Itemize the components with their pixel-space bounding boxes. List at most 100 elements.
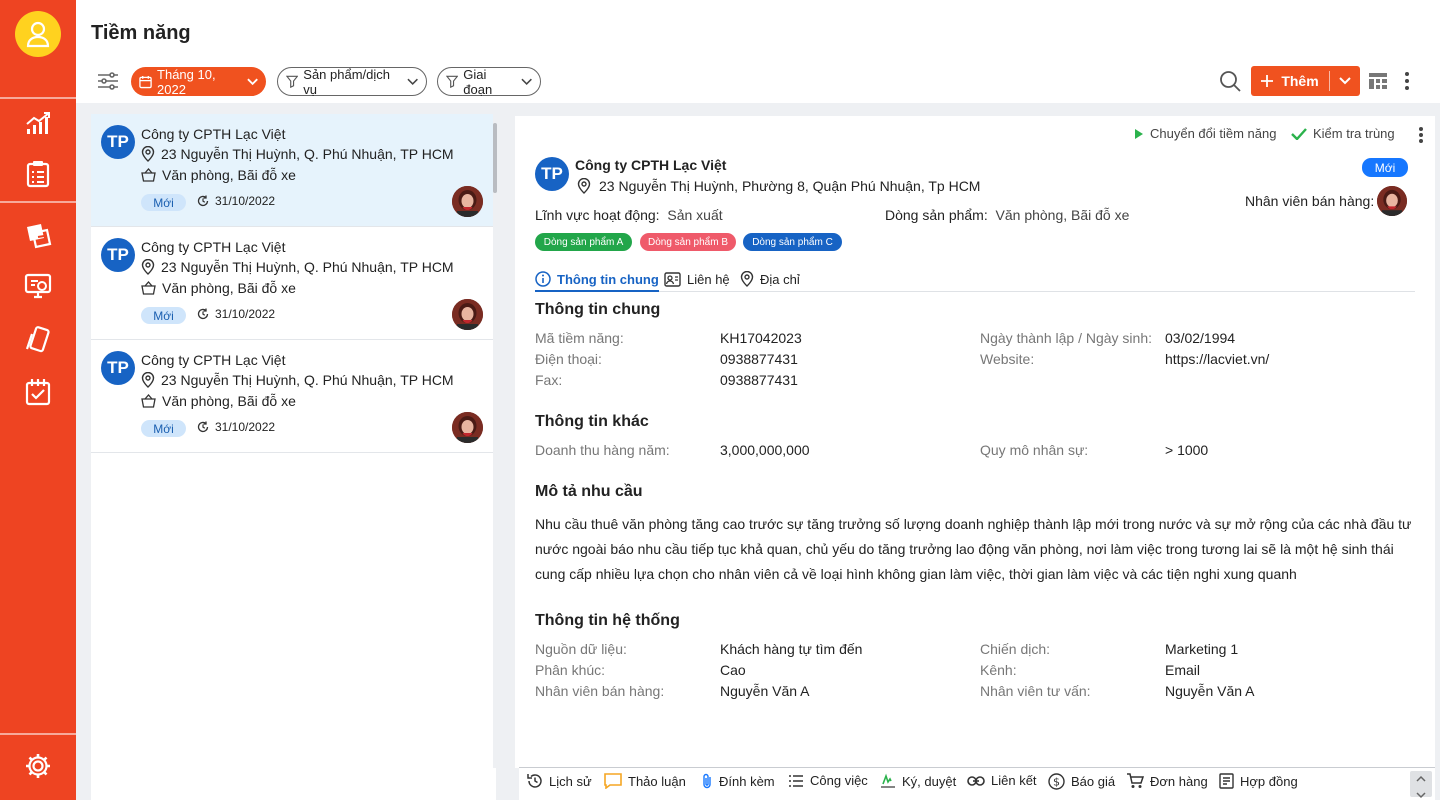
business-field-value: Sản xuất xyxy=(667,207,723,223)
search-icon[interactable] xyxy=(1219,70,1241,92)
lead-card[interactable]: TP Công ty CPTH Lạc Việt 23 Nguyễn Thị H… xyxy=(91,340,493,453)
check-duplicate-button[interactable]: Kiểm tra trùng xyxy=(1291,126,1395,141)
orders-button[interactable]: Đơn hàng xyxy=(1126,773,1208,789)
convert-lead-button[interactable]: Chuyển đổi tiềm năng xyxy=(1135,126,1276,141)
product-tag[interactable]: Dòng sản phẩm C xyxy=(743,233,842,251)
basket-icon xyxy=(141,394,156,408)
clipboard-icon xyxy=(26,161,50,188)
phone-label: Điện thoại: xyxy=(535,351,602,367)
contracts-button[interactable]: Hợp đồng xyxy=(1219,773,1298,789)
links-label: Liên kết xyxy=(991,773,1037,788)
attachment-label: Đính kèm xyxy=(719,773,775,789)
lead-products-text: Văn phòng, Bãi đỗ xe xyxy=(162,393,296,409)
discussion-label: Thảo luận xyxy=(628,773,686,789)
layout-icon[interactable] xyxy=(1369,73,1387,89)
stage-filter[interactable]: Giai đoạn xyxy=(437,67,541,97)
add-button-main[interactable]: Thêm xyxy=(1251,66,1329,96)
product-filter[interactable]: Sản phẩm/dịch vụ xyxy=(277,67,427,97)
contact-card-icon xyxy=(664,271,681,287)
list-scroll-track xyxy=(493,114,496,768)
detail-company-name: Công ty CPTH Lạc Việt xyxy=(575,157,727,173)
map-pin-icon xyxy=(740,271,754,287)
tasks-button[interactable]: Công việc xyxy=(788,773,868,788)
more-vertical-icon[interactable] xyxy=(1402,71,1412,91)
tab-address[interactable]: Địa chỉ xyxy=(740,268,800,290)
document-icon xyxy=(1219,773,1234,789)
lead-products-text: Văn phòng, Bãi đỗ xe xyxy=(162,167,296,183)
sliders-icon[interactable] xyxy=(97,71,119,91)
user-icon xyxy=(26,21,50,48)
funnel-icon xyxy=(446,75,459,88)
check-duplicate-label: Kiểm tra trùng xyxy=(1313,126,1395,141)
chevron-down-icon xyxy=(247,78,258,85)
tab-contacts[interactable]: Liên hệ xyxy=(664,268,730,290)
founded-label: Ngày thành lập / Ngày sinh: xyxy=(980,330,1152,346)
calendar-icon xyxy=(139,75,152,88)
play-icon xyxy=(1135,128,1143,139)
list-scrollbar[interactable] xyxy=(493,123,497,193)
history-icon xyxy=(527,774,542,788)
map-pin-icon xyxy=(141,146,155,162)
history-button[interactable]: Lịch sử xyxy=(527,773,592,789)
add-button[interactable]: Thêm xyxy=(1251,66,1360,96)
data-source-value: Khách hàng tự tìm đến xyxy=(720,641,863,657)
user-logo[interactable] xyxy=(15,11,61,57)
tab-contacts-label: Liên hệ xyxy=(687,271,730,287)
approval-label: Ký, duyệt xyxy=(902,773,957,789)
business-field: Lĩnh vực hoạt động: Sản xuất xyxy=(535,207,723,223)
date-filter-label: Tháng 10, 2022 xyxy=(157,66,216,97)
nav-campaigns[interactable] xyxy=(22,219,54,251)
toolbar-scroller[interactable] xyxy=(1410,771,1432,799)
lead-address-text: 23 Nguyễn Thị Huỳnh, Q. Phú Nhuận, TP HC… xyxy=(161,259,454,275)
status-badge: Mới xyxy=(1362,158,1408,177)
approval-button[interactable]: Ký, duyệt xyxy=(880,773,956,789)
nav-cards[interactable] xyxy=(22,324,54,356)
list-icon xyxy=(789,774,803,787)
attachment-button[interactable]: Đính kèm xyxy=(701,773,775,789)
company-avatar: TP xyxy=(535,157,569,191)
lead-date: 31/10/2022 xyxy=(197,194,275,208)
basket-icon xyxy=(141,168,156,182)
chart-icon xyxy=(26,112,50,134)
lead-date: 31/10/2022 xyxy=(197,420,275,434)
tab-general-label: Thông tin chung xyxy=(557,271,659,287)
company-avatar: TP xyxy=(101,238,135,272)
chevron-down-icon xyxy=(521,78,532,85)
product-tag[interactable]: Dòng sản phẩm B xyxy=(640,233,736,251)
lead-card[interactable]: TP Công ty CPTH Lạc Việt 23 Nguyễn Thị H… xyxy=(91,227,493,340)
lead-date-text: 31/10/2022 xyxy=(215,307,276,321)
channel-label: Kênh: xyxy=(980,662,1017,678)
monitor-icon xyxy=(24,273,52,299)
nav-tasks[interactable] xyxy=(22,158,54,190)
map-pin-icon xyxy=(141,259,155,275)
svg-text:$: $ xyxy=(1053,776,1060,789)
company-avatar: TP xyxy=(101,125,135,159)
tab-general[interactable]: Thông tin chung xyxy=(535,268,659,292)
chevron-down-icon xyxy=(407,78,418,85)
nav-monitor[interactable] xyxy=(22,270,54,302)
orders-label: Đơn hàng xyxy=(1150,773,1208,789)
discussion-button[interactable]: Thảo luận xyxy=(604,773,686,789)
founded-value: 03/02/1994 xyxy=(1165,330,1236,346)
lead-card[interactable]: TP Công ty CPTH Lạc Việt 23 Nguyễn Thị H… xyxy=(91,114,493,227)
map-pin-icon xyxy=(577,178,591,194)
add-button-dropdown[interactable] xyxy=(1330,66,1360,96)
more-vertical-icon[interactable] xyxy=(1417,126,1425,144)
sidebar xyxy=(0,0,76,800)
segment-label: Phân khúc: xyxy=(535,662,606,678)
quotation-label: Báo giá xyxy=(1071,774,1116,789)
consultant-label: Nhân viên tư vấn: xyxy=(980,683,1091,699)
nav-board[interactable] xyxy=(22,375,54,407)
date-filter[interactable]: Tháng 10, 2022 xyxy=(131,66,266,97)
nav-settings[interactable] xyxy=(22,750,54,782)
funnel-icon xyxy=(286,75,299,88)
nav-reports[interactable] xyxy=(22,108,54,140)
links-button[interactable]: Liên kết xyxy=(967,773,1037,788)
product-tag[interactable]: Dòng sản phẩm A xyxy=(535,233,632,251)
lead-list: TP Công ty CPTH Lạc Việt 23 Nguyễn Thị H… xyxy=(91,114,496,800)
revenue-label: Doanh thu hàng năm: xyxy=(535,442,670,458)
tab-address-label: Địa chỉ xyxy=(760,271,800,287)
quotation-button[interactable]: $ Báo giá xyxy=(1048,773,1115,790)
lead-products-text: Văn phòng, Bãi đỗ xe xyxy=(162,280,296,296)
website-value[interactable]: https://lacviet.vn/ xyxy=(1165,351,1269,367)
